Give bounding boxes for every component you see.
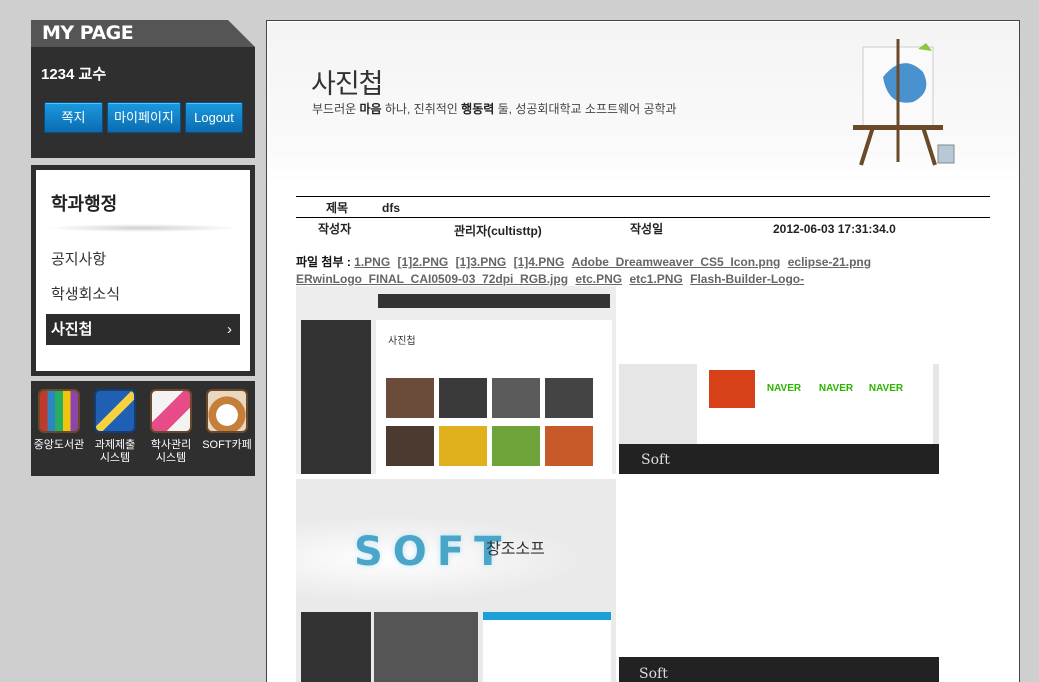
image-footer: Soft — [639, 666, 668, 682]
mypage-buttons: 쪽지 마이페이지 Logout — [44, 102, 243, 133]
books-icon — [38, 389, 80, 433]
page-banner: 사진첩 부드러운 마음 하나, 진취적인 행동력 둘, 성공회대학교 소프트웨어… — [268, 22, 1019, 182]
attachment-link[interactable]: Adobe_Dreamweaver_CS5_Icon.png — [572, 255, 781, 269]
attachment-link[interactable]: eclipse-21.png — [788, 255, 871, 269]
coffee-cup-icon — [206, 389, 248, 433]
naver-logo: NAVER — [761, 370, 807, 408]
mypage-title: MY PAGE — [42, 22, 134, 44]
attachments-label: 파일 첨부 : — [296, 255, 351, 269]
attachment-link[interactable]: [1]2.PNG — [398, 255, 449, 269]
mypage-header: MY PAGE — [31, 20, 255, 47]
logout-button[interactable]: Logout — [185, 102, 243, 133]
page-subtitle: 부드러운 마음 하나, 진취적인 행동력 둘, 성공회대학교 소프트웨어 공학과 — [312, 100, 677, 117]
quick-link-library[interactable]: 중앙도서관 — [31, 381, 87, 476]
image-title: 사진첩 — [388, 336, 416, 347]
image-sidebar — [301, 320, 371, 474]
image-hero-text: 창조소프 — [486, 541, 545, 558]
image-thumb-grid — [386, 378, 593, 466]
attachment-link[interactable]: etc.PNG — [575, 272, 622, 286]
quick-link-assignment[interactable]: 과제제출 시스템 — [87, 381, 143, 476]
quick-link-soft-cafe[interactable]: SOFT카페 — [199, 381, 255, 476]
image-footer: Soft — [619, 444, 939, 474]
image-calendar — [374, 612, 478, 682]
menu-item-notice[interactable]: 공지사항 — [51, 248, 106, 269]
subtitle-part: 둘, 성공회대학교 소프트웨어 공학과 — [494, 102, 677, 116]
attached-image-2: NAVER NAVER NAVER Soft — [619, 364, 939, 474]
author-value: 관리자(cultisttp) — [454, 224, 542, 238]
subtitle-emphasis: 행동력 — [461, 102, 495, 116]
subtitle-part: 하나, 진취적인 — [381, 102, 462, 116]
photo-thumb — [492, 426, 540, 466]
date-value: 2012-06-03 17:31:34.0 — [773, 222, 896, 236]
menu-item-student-news[interactable]: 학생회소식 — [51, 283, 120, 304]
photo-thumb — [386, 378, 434, 418]
attachment-link[interactable]: 1.PNG — [354, 255, 390, 269]
dept-menu-title: 학과행정 — [51, 194, 118, 214]
eraser-icon — [150, 389, 192, 433]
divider — [44, 224, 239, 232]
quick-link-label: 학사관리 시스템 — [150, 439, 192, 464]
photo-thumb — [439, 426, 487, 466]
menu-item-label: 사진첩 — [51, 321, 93, 338]
dept-menu: 학과행정 공지사항 학생회소식 사진첩 › — [31, 165, 255, 376]
quick-link-label: SOFT카페 — [202, 439, 252, 451]
naver-logo: NAVER — [813, 370, 859, 408]
post-title-row: 제목 dfs — [296, 196, 990, 217]
subtitle-emphasis: 마음 — [359, 102, 382, 116]
attached-image-1: 사진첩 — [296, 286, 616, 474]
attachment-link[interactable]: etc1.PNG — [629, 272, 682, 286]
mypage-button[interactable]: 마이페이지 — [107, 102, 181, 133]
user-name: 1234 교수 — [41, 66, 107, 83]
photo-thumb — [709, 370, 755, 408]
post-meta: 제목 dfs 작성자 관리자(cultisttp) 작성일 2012-06-03… — [296, 196, 990, 238]
attached-image-4: Soft — [619, 657, 939, 682]
easel-illustration-icon — [853, 39, 955, 166]
image-sidebar — [301, 612, 371, 682]
note-button[interactable]: 쪽지 — [44, 102, 103, 133]
photo-thumb — [386, 426, 434, 466]
photo-thumb — [545, 378, 593, 418]
photo-thumb — [545, 426, 593, 466]
pencil-icon — [94, 389, 136, 433]
quick-link-label: 중앙도서관 — [33, 439, 85, 451]
image-nav-bar — [378, 294, 610, 308]
subtitle-part: 부드러운 — [312, 102, 360, 116]
quick-links: 중앙도서관 과제제출 시스템 학사관리 시스템 SOFT카페 — [31, 381, 255, 476]
attached-image-3: SOFT 창조소프 — [296, 479, 616, 682]
quick-link-label: 과제제출 시스템 — [94, 439, 136, 464]
naver-logo: NAVER — [863, 370, 909, 408]
attachment-link[interactable]: [1]3.PNG — [456, 255, 507, 269]
image-content: NAVER NAVER NAVER — [697, 364, 933, 444]
image-tabs — [483, 612, 611, 682]
title-value: dfs — [382, 201, 400, 215]
photo-thumb — [439, 378, 487, 418]
photo-thumb — [492, 378, 540, 418]
quick-link-academic[interactable]: 학사관리 시스템 — [143, 381, 199, 476]
image-content: 사진첩 — [376, 320, 612, 474]
title-label: 제목 — [326, 201, 349, 215]
attachment-link[interactable]: [1]4.PNG — [514, 255, 565, 269]
mypage-panel: MY PAGE 1234 교수 쪽지 마이페이지 Logout — [31, 20, 255, 158]
attachment-link[interactable]: ERwinLogo_FINAL_CAI0509-03_72dpi_RGB.jpg — [296, 272, 568, 286]
menu-item-photo-album[interactable]: 사진첩 › — [46, 314, 240, 345]
chevron-right-icon: › — [227, 321, 232, 338]
date-label: 작성일 — [630, 222, 664, 236]
post-info-row: 작성자 관리자(cultisttp) 작성일 2012-06-03 17:31:… — [296, 217, 990, 238]
main-panel: 사진첩 부드러운 마음 하나, 진취적인 행동력 둘, 성공회대학교 소프트웨어… — [266, 20, 1020, 682]
dept-menu-inner: 학과행정 공지사항 학생회소식 사진첩 › — [36, 170, 250, 371]
author-label: 작성자 — [318, 222, 352, 236]
page-title: 사진첩 — [311, 69, 384, 100]
